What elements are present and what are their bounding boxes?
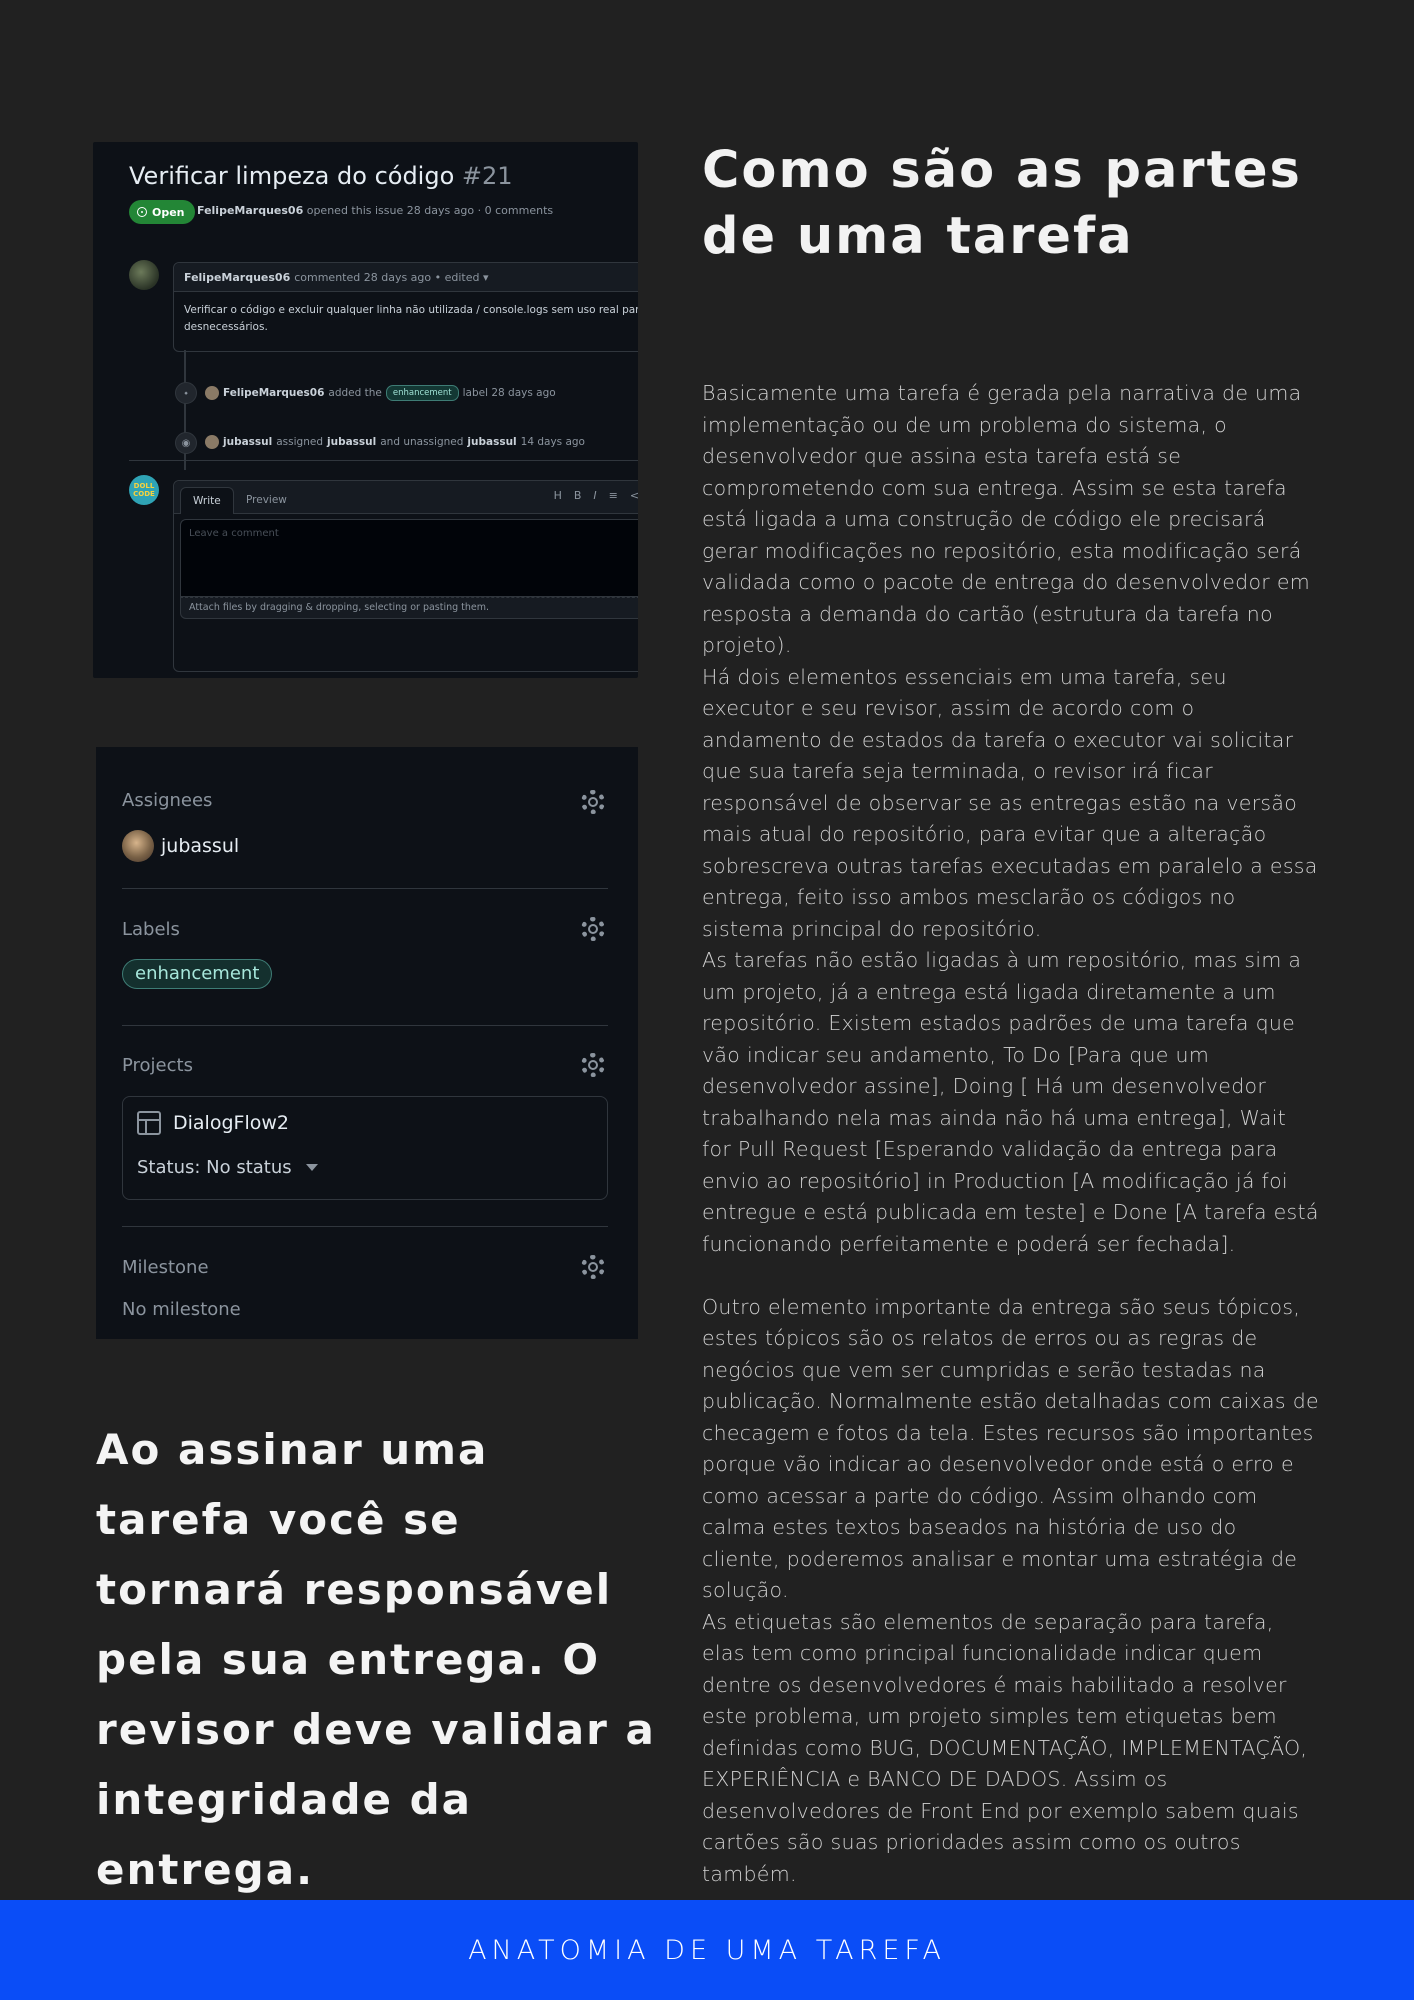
person-icon: ◉ xyxy=(175,432,197,454)
issue-number: #21 xyxy=(461,162,513,190)
list-icon[interactable]: ≡ xyxy=(609,489,618,502)
project-card[interactable]: DialogFlow2 Status: No status xyxy=(122,1096,608,1200)
issue-screenshot: Verificar limpeza do código #21 Open Fel… xyxy=(93,142,638,678)
comment-box: FelipeMarques06 commented 28 days ago • … xyxy=(173,262,638,352)
paragraph: As tarefas não estão ligadas à um reposi… xyxy=(702,948,1319,1256)
event-target[interactable]: jubassul xyxy=(327,436,376,448)
paragraph: Há dois elementos essenciais em uma tare… xyxy=(702,664,1318,941)
body-text: Basicamente uma tarefa é gerada pela nar… xyxy=(702,378,1320,1890)
timeline-event-assign: jubassul assigned jubassul and unassigne… xyxy=(205,435,585,449)
divider xyxy=(122,1226,608,1227)
avatar[interactable]: DOLL CODE xyxy=(129,475,159,505)
page-title: Como são as partes de uma tarefa xyxy=(702,141,1302,266)
assignee[interactable]: jubassul xyxy=(122,830,239,862)
author-link[interactable]: FelipeMarques06 xyxy=(197,204,303,217)
event-text: added the xyxy=(328,387,382,399)
issue-open-icon xyxy=(137,207,147,217)
comment-line: Verificar o código e excluir qualquer li… xyxy=(184,304,638,316)
tab-write[interactable]: Write xyxy=(180,487,234,514)
assignees-heading: Assignees xyxy=(122,790,213,811)
tag-icon: ⬩ xyxy=(175,382,197,404)
status-badge: Open xyxy=(129,200,195,224)
project-row: DialogFlow2 xyxy=(137,1111,289,1135)
project-name[interactable]: DialogFlow2 xyxy=(173,1112,289,1134)
pull-quote: Ao assinar uma tarefa você se tornará re… xyxy=(96,1425,656,1894)
divider xyxy=(122,888,608,889)
comment-input[interactable]: Leave a comment xyxy=(180,519,638,597)
assignee-name: jubassul xyxy=(161,835,240,857)
milestone-value: No milestone xyxy=(122,1299,241,1320)
issue-meta-text: opened this issue 28 days ago · 0 commen… xyxy=(306,204,554,217)
event-text: assigned xyxy=(276,436,323,448)
tab-preview[interactable]: Preview xyxy=(234,487,299,513)
event-text: 14 days ago xyxy=(520,436,585,448)
paragraph: Outro elemento importante da entrega são… xyxy=(702,1294,1319,1603)
comment-body: Verificar o código e excluir qualquer li… xyxy=(174,292,638,336)
italic-icon[interactable]: I xyxy=(593,489,596,502)
label-pill[interactable]: enhancement xyxy=(385,385,459,401)
issue-title-text: Verificar limpeza do código xyxy=(129,162,455,190)
label-pill[interactable]: enhancement xyxy=(122,959,273,989)
gear-icon[interactable] xyxy=(581,790,605,814)
event-text: and unassigned xyxy=(380,436,464,448)
attach-files-zone[interactable]: Attach files by dragging & dropping, sel… xyxy=(180,597,638,619)
status-badge-label: Open xyxy=(152,205,185,219)
event-target[interactable]: jubassul xyxy=(467,436,516,448)
divider xyxy=(129,460,638,461)
event-text: label 28 days ago xyxy=(462,387,556,399)
gear-icon[interactable] xyxy=(581,1255,605,1279)
timeline-event-label: FelipeMarques06 added the enhancement la… xyxy=(205,385,556,401)
event-author[interactable]: jubassul xyxy=(223,436,272,448)
comment-author[interactable]: FelipeMarques06 xyxy=(184,271,290,284)
bold-icon[interactable]: B xyxy=(574,489,582,502)
issue-title: Verificar limpeza do código #21 xyxy=(129,162,513,190)
event-author[interactable]: FelipeMarques06 xyxy=(223,387,324,399)
comment-meta: commented 28 days ago • edited ▾ xyxy=(294,270,489,284)
comment-editor: Write Preview H B I ≡ <> 🔗 Leave a comme… xyxy=(173,480,638,672)
project-status-label: Status: No status xyxy=(137,1157,292,1178)
issue-meta: FelipeMarques06 opened this issue 28 day… xyxy=(197,204,553,217)
divider xyxy=(122,1025,608,1026)
table-icon xyxy=(137,1111,161,1135)
paragraph: As etiquetas são elementos de separação … xyxy=(702,1609,1308,1886)
heading-icon[interactable]: H xyxy=(554,489,562,502)
editor-toolbar: H B I ≡ <> 🔗 xyxy=(554,489,638,502)
gear-icon[interactable] xyxy=(581,917,605,941)
comment-header: FelipeMarques06 commented 28 days ago • … xyxy=(174,263,638,292)
avatar[interactable] xyxy=(205,435,219,449)
paragraph: Basicamente uma tarefa é gerada pela nar… xyxy=(702,381,1311,657)
avatar xyxy=(122,830,154,862)
gear-icon[interactable] xyxy=(581,1053,605,1077)
chevron-down-icon xyxy=(305,1164,318,1171)
editor-tabs: Write Preview H B I ≡ <> 🔗 xyxy=(174,481,638,514)
projects-heading: Projects xyxy=(122,1055,193,1076)
footer-banner: ANATOMIA DE UMA TAREFA xyxy=(0,1900,1414,2000)
code-icon[interactable]: <> xyxy=(630,489,638,502)
avatar[interactable] xyxy=(205,386,219,400)
project-status-select[interactable]: Status: No status xyxy=(137,1157,318,1178)
labels-heading: Labels xyxy=(122,919,180,940)
sidebar-screenshot: Assignees jubassul Labels enhancement Pr… xyxy=(96,747,638,1339)
comment-line: desnecessários. xyxy=(184,321,268,333)
avatar[interactable] xyxy=(129,260,159,290)
banner-title: ANATOMIA DE UMA TAREFA xyxy=(468,1934,946,1966)
milestone-heading: Milestone xyxy=(122,1257,209,1278)
